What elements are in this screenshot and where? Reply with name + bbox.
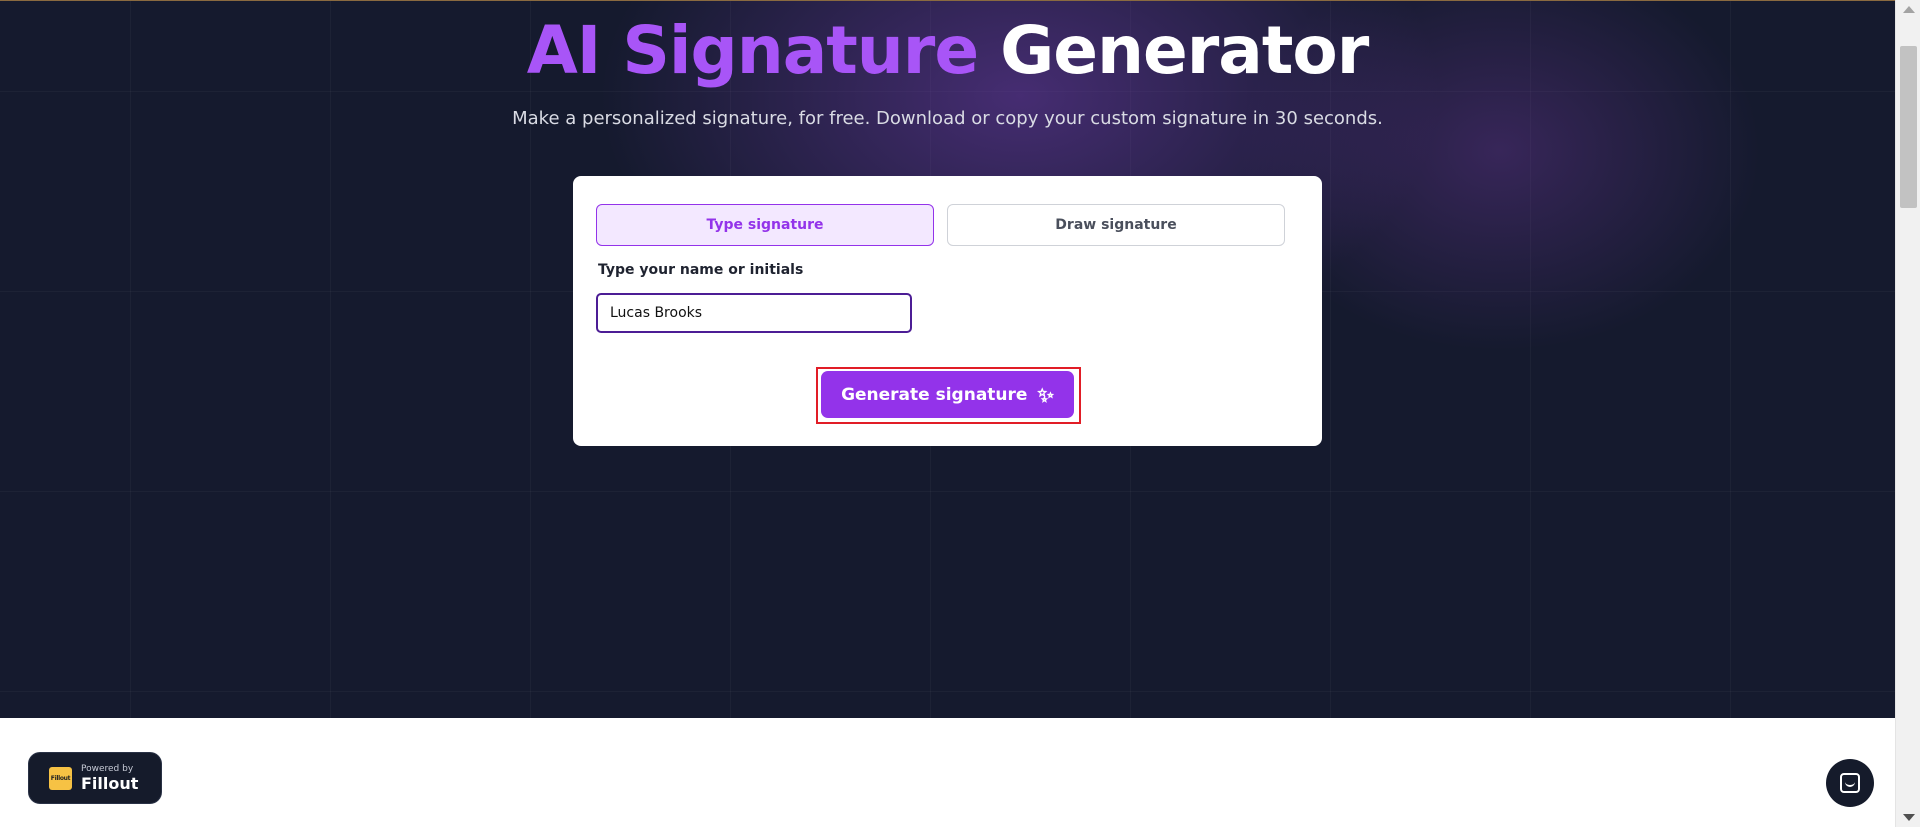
chat-launcher-button[interactable] [1826,759,1874,807]
generate-signature-button[interactable]: Generate signature ✨︎ [821,371,1074,418]
chat-icon [1840,773,1860,793]
page-scrollbar[interactable] [1895,0,1920,827]
sparkles-icon: ✨︎ [1037,382,1054,407]
page-title: AI Signature Generator [0,9,1895,93]
title-accent: AI Signature [526,12,979,89]
hero-section: AI Signature Generator Make a personaliz… [0,0,1895,718]
signature-form-card: Type signature Draw signature Type your … [573,176,1322,446]
tab-draw-signature[interactable]: Draw signature [947,204,1285,246]
powered-by-fillout-badge[interactable]: Fillout Powered by Fillout [28,752,162,804]
brand-label: Fillout [81,773,139,793]
scroll-up-arrow-icon[interactable] [1903,6,1915,13]
name-field-label: Type your name or initials [598,262,804,278]
page-subtitle: Make a personalized signature, for free.… [512,108,1383,129]
badge-text: Powered by Fillout [81,763,139,793]
title-plain: Generator [1000,12,1369,89]
fillout-logo: Fillout [49,766,72,790]
powered-by-label: Powered by [81,763,134,774]
scroll-thumb[interactable] [1900,46,1917,208]
scroll-down-arrow-icon[interactable] [1903,814,1915,821]
tab-type-signature[interactable]: Type signature [596,204,934,246]
generate-button-label: Generate signature [841,384,1028,405]
name-input[interactable] [596,293,912,333]
